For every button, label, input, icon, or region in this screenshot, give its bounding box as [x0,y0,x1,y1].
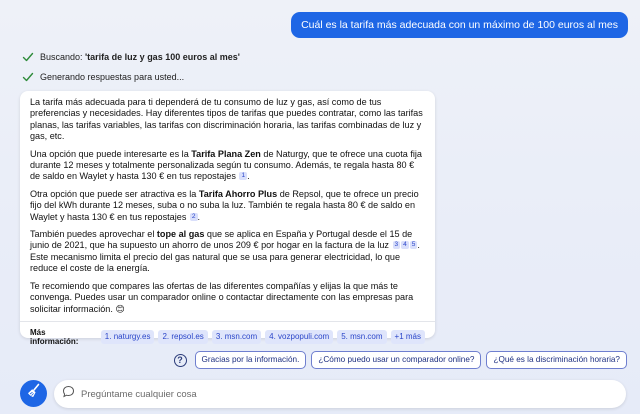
chat-input-box[interactable] [54,380,626,408]
tariff-name: Tarifa Ahorro Plus [198,188,278,199]
checkmark-icon [22,71,34,83]
answer-card: La tarifa más adecuada para ti dependerá… [20,91,435,346]
answer-text: Una opción que puede interesarte es la [30,148,192,159]
status-searching: Buscando: 'tarifa de luz y gas 100 euros… [22,51,240,63]
answer-text: Otra opción que puede ser atractiva es l… [30,188,199,199]
status-generating-text: Generando respuestas para usted... [40,72,185,82]
help-icon[interactable]: ? [173,353,187,367]
status-generating: Generando respuestas para usted... [22,71,184,83]
suggestion-chip-discrimination[interactable]: ¿Qué es la discriminación horaria? [486,351,627,369]
answer-paragraph-1: La tarifa más adecuada para ti dependerá… [30,97,423,142]
answer-text: También puedes aprovechar el [30,229,157,240]
source-link-msn[interactable]: 3. msn.com [211,329,262,344]
more-sources-button[interactable]: +1 más [390,329,425,344]
citation-1[interactable]: 1 [239,172,248,181]
answer-paragraph-5: Te recomiendo que compares las ofertas d… [30,281,425,315]
suggestion-chip-thanks[interactable]: Gracias por la información. [194,351,307,369]
citation-4[interactable]: 4 [401,241,409,250]
highlight-term: tope al gas [156,229,205,240]
source-link-vozpopuli[interactable]: 4. vozpopuli.com [265,329,334,344]
answer-paragraph-3: Otra opción que puede ser atractiva es l… [30,188,419,222]
answer-paragraph-2: Una opción que puede interesarte es la T… [30,148,422,182]
source-link-msn-2[interactable]: 5. msn.com [337,329,387,344]
smile-emoji-icon: 😊 [115,303,125,314]
source-link-repsol[interactable]: 2. repsol.es [158,329,208,344]
citation-3[interactable]: 3 [392,241,401,250]
suggestion-chip-comparator[interactable]: ¿Cómo puedo usar un comparador online? [311,351,482,369]
suggestions-row: ? Gracias por la información. ¿Cómo pued… [173,351,627,369]
chat-bubble-icon [62,385,75,403]
broom-icon [26,383,42,404]
answer-paragraph-4: También puedes aprovechar el tope al gas… [30,229,425,275]
citation-2[interactable]: 2 [189,212,198,221]
chat-input[interactable] [81,388,581,400]
more-info-row: Más información: 1. naturgy.es 2. repsol… [30,322,425,346]
answer-text: Te recomiendo que compares las ofertas d… [30,280,414,314]
source-link-naturgy[interactable]: 1. naturgy.es [100,329,155,344]
user-message-bubble: Cuál es la tarifa más adecuada con un má… [291,12,628,38]
new-topic-button[interactable] [20,380,47,407]
status-searching-query: 'tarifa de luz y gas 100 euros al mes' [85,52,240,62]
status-searching-prefix: Buscando: [40,52,86,62]
tariff-name: Tarifa Plana Zen [191,148,261,159]
checkmark-icon [22,51,34,63]
more-info-label: Más información: [30,327,79,346]
